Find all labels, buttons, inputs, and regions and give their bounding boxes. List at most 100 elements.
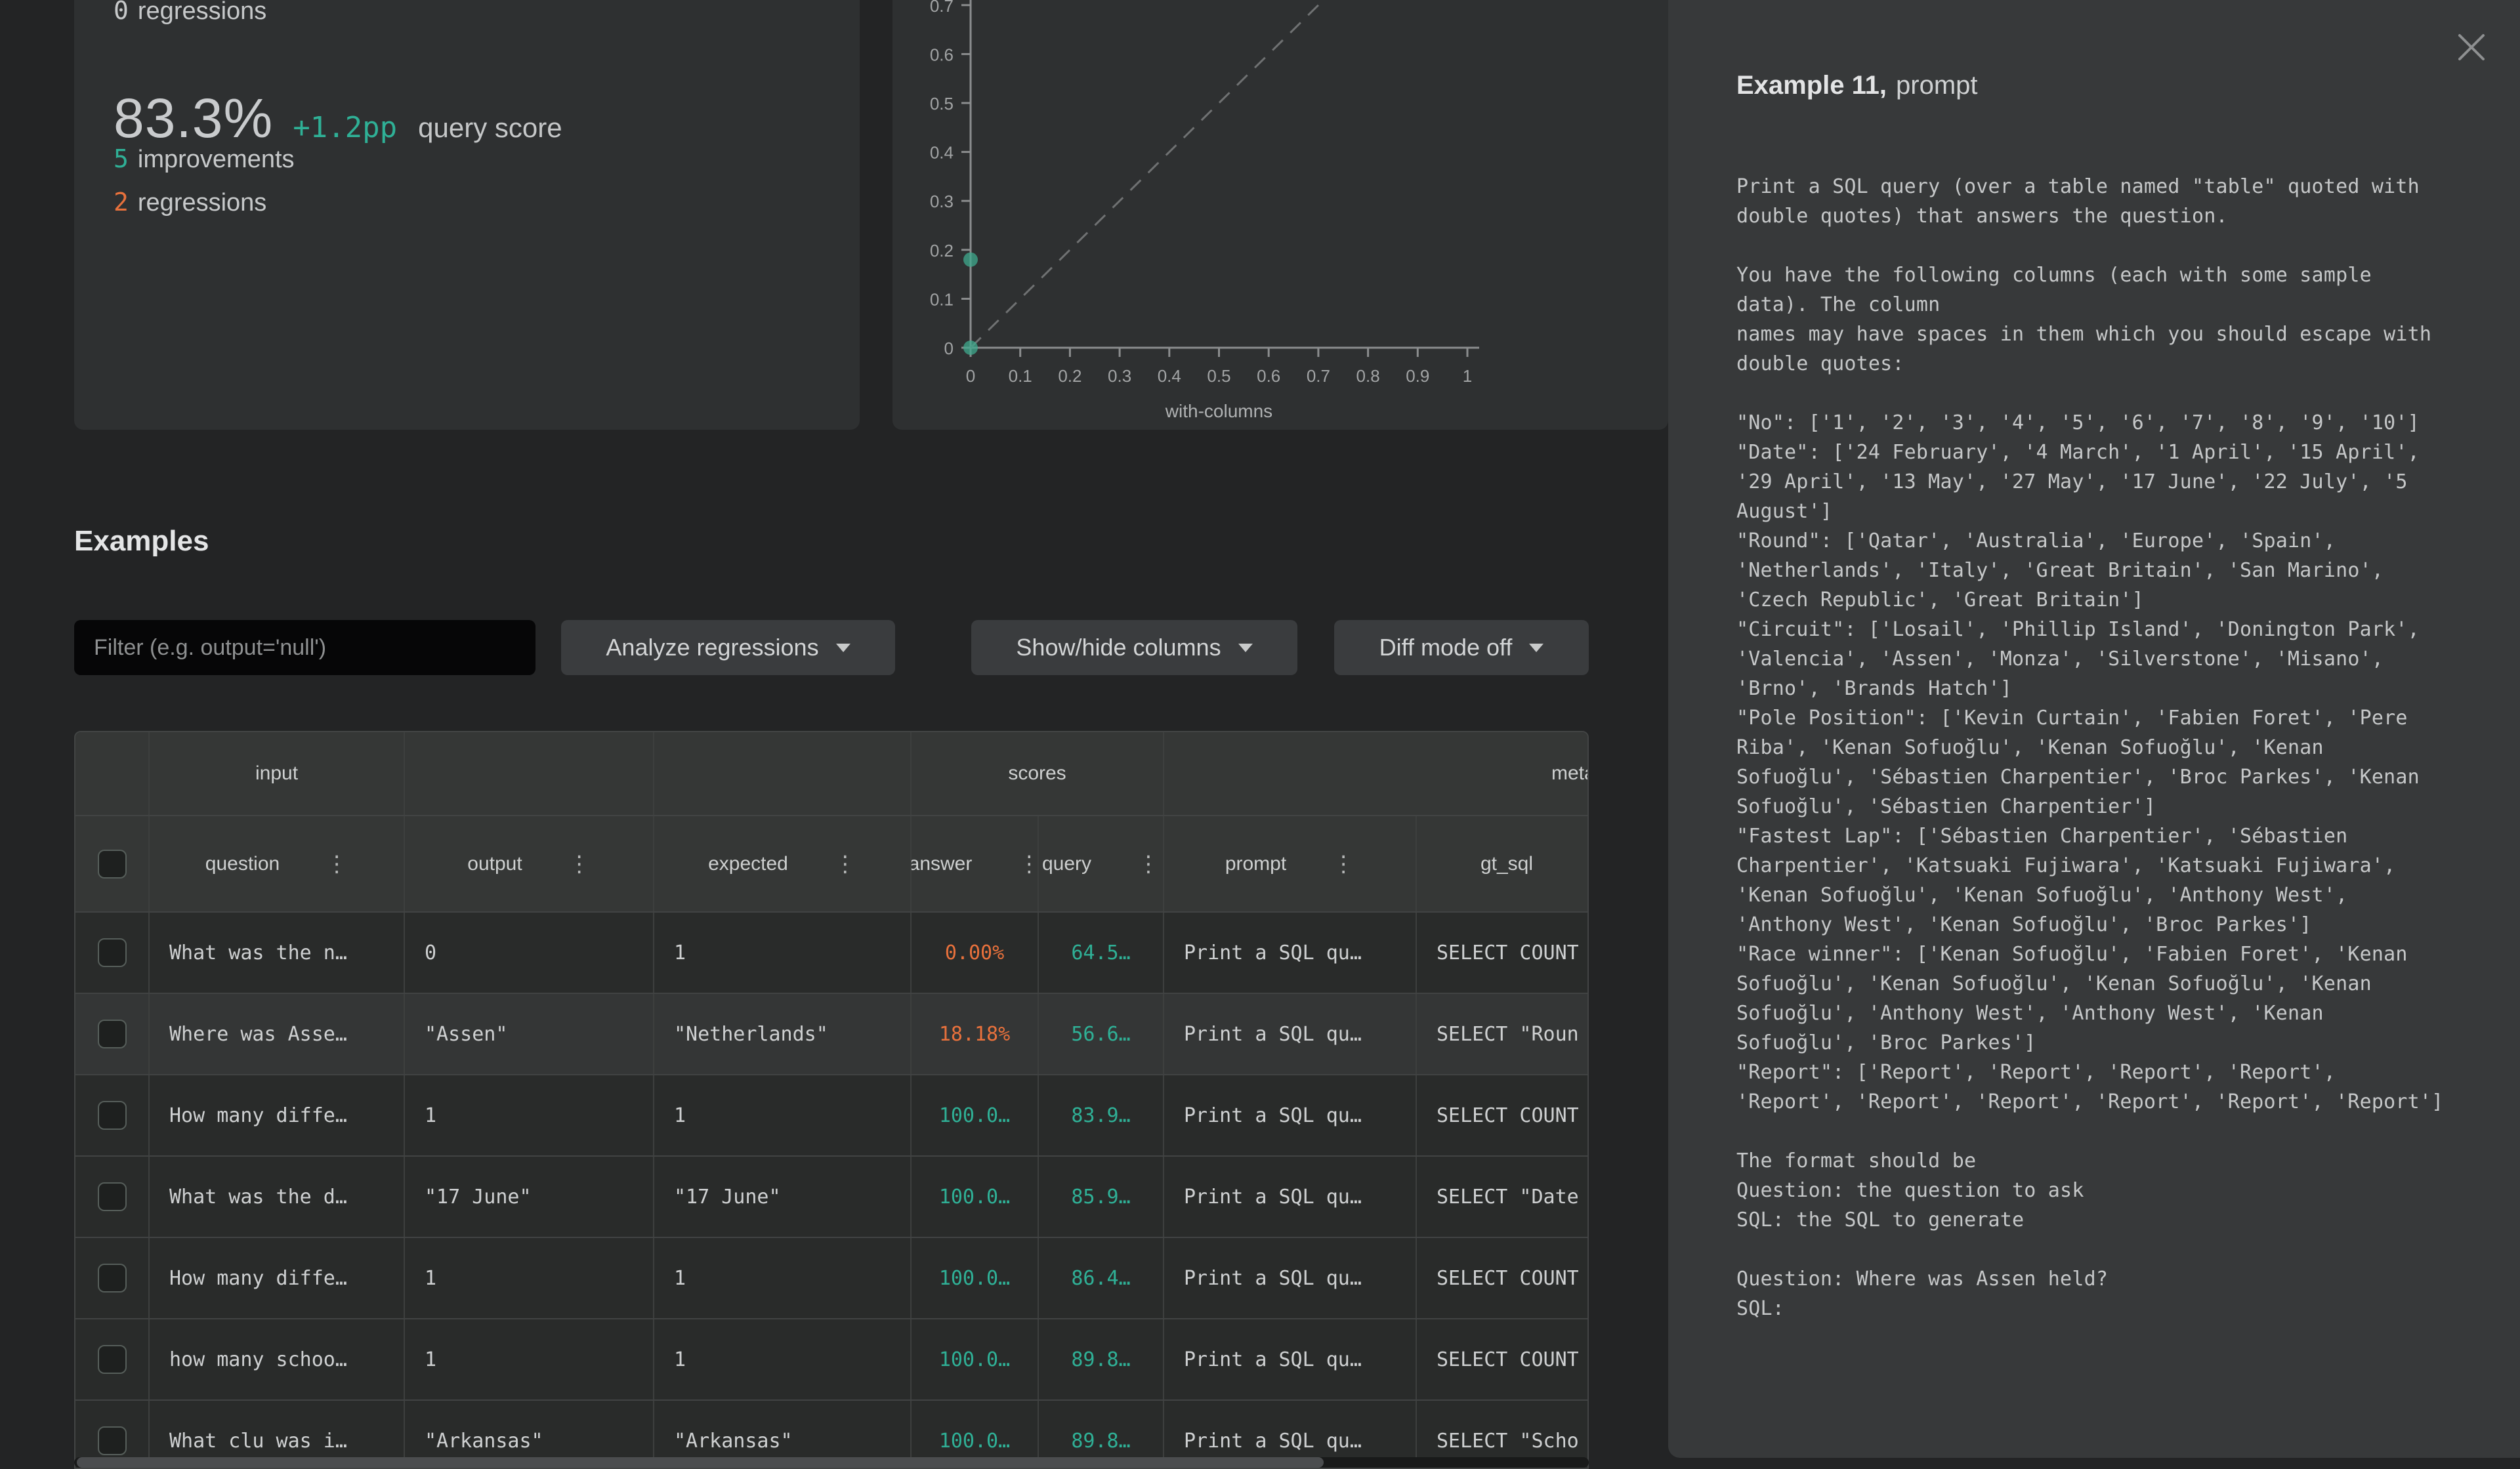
table-row[interactable]: What was the n…010.00%64.5…Print a SQL q…	[75, 913, 1587, 994]
row-checkbox[interactable]	[98, 1264, 127, 1293]
table-header-row: question⋮output⋮expected⋮answer⋮query⋮pr…	[75, 816, 1587, 913]
cell-answer: 100.0…	[912, 1319, 1039, 1399]
x-tick-label: 0.6	[1257, 366, 1280, 386]
cell-value: SELECT COUNT	[1437, 1267, 1579, 1290]
score-label: query score	[418, 112, 562, 144]
x-tick-label: 0	[966, 366, 975, 386]
examples-heading: Examples	[74, 525, 209, 558]
cell-answer: 100.0…	[912, 1238, 1039, 1318]
column-header-question[interactable]: question⋮	[150, 816, 405, 911]
cell-question: What was the d…	[150, 1157, 405, 1237]
y-tick-label: 0.4	[930, 143, 954, 163]
cell-value: 1	[674, 941, 686, 964]
cell-value: SELECT COUNT	[1437, 1104, 1579, 1127]
cell-gt_sql: SELECT COUNT	[1417, 1075, 1589, 1155]
horizontal-scrollbar-thumb[interactable]	[77, 1457, 1324, 1468]
column-header-label: query	[1042, 853, 1091, 875]
improvements-label: improvements	[138, 146, 295, 173]
cell-query: 64.5…	[1039, 913, 1164, 993]
cell-value: 1	[425, 1104, 436, 1127]
x-axis-label: with-columns	[1165, 401, 1272, 421]
cell-value: What was the d…	[169, 1186, 347, 1209]
column-header-prompt[interactable]: prompt⋮	[1164, 816, 1417, 911]
y-tick-label: 0.7	[930, 0, 954, 16]
data-point	[963, 253, 978, 267]
diagonal-reference-line	[971, 0, 1467, 348]
diff-mode-button[interactable]: Diff mode off	[1334, 620, 1589, 675]
cell-prompt: Print a SQL qu…	[1164, 1319, 1417, 1399]
column-header-expected[interactable]: expected⋮	[654, 816, 912, 911]
cell-value: SELECT "Roun	[1437, 1023, 1579, 1046]
example-detail-drawer: Example 11, prompt Print a SQL query (ove…	[1668, 0, 2520, 1458]
cell-value: "Arkansas"	[425, 1430, 543, 1453]
show-hide-columns-button[interactable]: Show/hide columns	[971, 620, 1297, 675]
column-menu-icon[interactable]: ⋮	[1332, 853, 1354, 875]
filter-input[interactable]	[74, 620, 536, 675]
x-tick-label: 0.9	[1406, 366, 1429, 386]
cell-value: how many schoo…	[169, 1348, 347, 1371]
column-menu-icon[interactable]: ⋮	[326, 853, 348, 875]
summary-card: 0regressions 83.3% +1.2pp query score 5i…	[74, 0, 860, 430]
column-menu-icon[interactable]: ⋮	[1579, 853, 1589, 875]
cell-value: 1	[674, 1104, 686, 1127]
table-row[interactable]: how many schoo…11100.0…89.8…Print a SQL …	[75, 1319, 1587, 1401]
select-all-cell	[75, 816, 150, 911]
column-header-answer[interactable]: answer⋮	[912, 816, 1039, 911]
cell-value: 56.6…	[1071, 1023, 1130, 1046]
cell-question: Where was Asse…	[150, 994, 405, 1074]
cell-value: What was the n…	[169, 941, 347, 964]
row-checkbox[interactable]	[98, 1182, 127, 1211]
cell-value: Where was Asse…	[169, 1023, 347, 1046]
analyze-regressions-label: Analyze regressions	[606, 634, 818, 661]
horizontal-scrollbar	[74, 1457, 1589, 1468]
column-group-cell	[75, 732, 150, 815]
cell-query: 85.9…	[1039, 1157, 1164, 1237]
regressions-count: 2	[114, 188, 129, 217]
x-tick-label: 0.7	[1307, 366, 1330, 386]
cell-value: 0.00%	[945, 941, 1004, 964]
y-tick-label: 0.2	[930, 241, 954, 260]
column-group-cell: input	[150, 732, 405, 815]
cell-value: How many diffe…	[169, 1104, 347, 1127]
column-header-gt_sql[interactable]: gt_sql⋮	[1417, 816, 1589, 911]
column-menu-icon[interactable]: ⋮	[1018, 853, 1038, 875]
cell-value: 64.5…	[1071, 941, 1130, 964]
row-checkbox[interactable]	[98, 938, 127, 967]
table-row[interactable]: What was the d…"17 June""17 June"100.0…8…	[75, 1157, 1587, 1238]
cell-value: How many diffe…	[169, 1267, 347, 1290]
cell-question: How many diffe…	[150, 1075, 405, 1155]
column-menu-icon[interactable]: ⋮	[1137, 853, 1160, 875]
data-point	[963, 341, 978, 355]
cell-output: 1	[405, 1075, 654, 1155]
cell-value: 18.18%	[939, 1023, 1010, 1046]
cell-value: SELECT "Date	[1437, 1186, 1579, 1209]
cell-value: "17 June"	[674, 1186, 781, 1209]
cell-answer: 0.00%	[912, 913, 1039, 993]
cell-value: Print a SQL qu…	[1184, 941, 1362, 964]
column-menu-icon[interactable]: ⋮	[568, 853, 591, 875]
cell-answer: 18.18%	[912, 994, 1039, 1074]
row-checkbox[interactable]	[98, 1345, 127, 1374]
cell-value: 85.9…	[1071, 1186, 1130, 1209]
close-icon[interactable]	[2456, 31, 2487, 63]
cell-expected: "Netherlands"	[654, 994, 912, 1074]
select-all-checkbox[interactable]	[98, 850, 127, 879]
row-checkbox[interactable]	[98, 1020, 127, 1048]
table-row[interactable]: How many diffe…11100.0…83.9…Print a SQL …	[75, 1075, 1587, 1157]
column-header-output[interactable]: output⋮	[405, 816, 654, 911]
drawer-title-field: prompt	[1896, 71, 1978, 100]
column-menu-icon[interactable]: ⋮	[834, 853, 856, 875]
drawer-title-example: Example 11,	[1736, 71, 1887, 100]
row-checkbox[interactable]	[98, 1101, 127, 1130]
cell-query: 83.9…	[1039, 1075, 1164, 1155]
row-checkbox-cell	[75, 1075, 150, 1155]
column-header-query[interactable]: query ⋮	[1039, 816, 1164, 911]
table-row[interactable]: How many diffe…11100.0…86.4…Print a SQL …	[75, 1238, 1587, 1319]
cell-value: Print a SQL qu…	[1184, 1267, 1362, 1290]
score-comparison-card: 00.10.20.30.40.50.60.70.80.9100.10.20.30…	[892, 0, 1668, 430]
table-row[interactable]: Where was Asse…"Assen""Netherlands"18.18…	[75, 994, 1587, 1075]
prompt-text: Print a SQL query (over a table named "t…	[1736, 172, 2478, 1323]
cell-value: 89.8…	[1071, 1348, 1130, 1371]
row-checkbox[interactable]	[98, 1426, 127, 1455]
analyze-regressions-button[interactable]: Analyze regressions	[561, 620, 895, 675]
